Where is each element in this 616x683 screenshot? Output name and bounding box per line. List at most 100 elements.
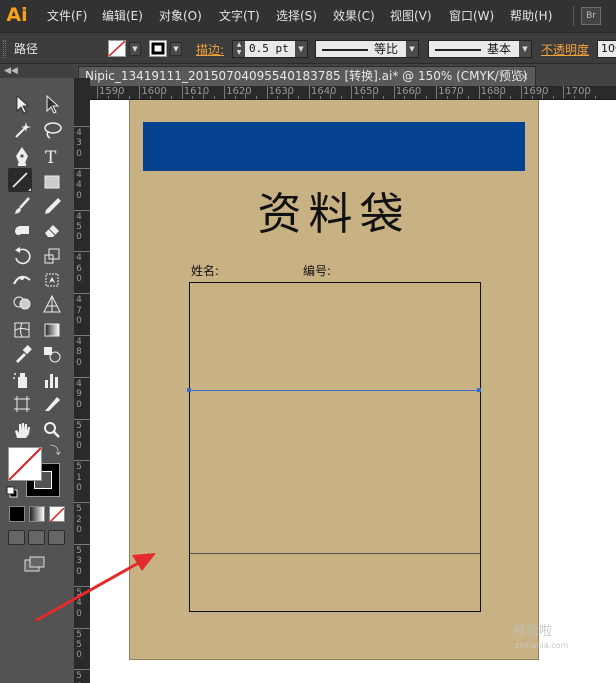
swap-fill-stroke-icon[interactable]: ⤵ xyxy=(50,445,61,457)
lasso-tool-icon[interactable] xyxy=(40,118,64,142)
stroke-weight-dropdown[interactable]: ▼ xyxy=(295,41,307,57)
line-segment-tool-icon[interactable] xyxy=(8,168,32,192)
ruler-label: 1630 xyxy=(268,86,295,97)
envelope-title[interactable]: 资料袋 xyxy=(130,187,538,243)
menu-select[interactable]: 选择(S) xyxy=(276,7,317,25)
rotate-tool-icon[interactable] xyxy=(10,244,34,268)
free-transform-tool-icon[interactable] xyxy=(40,268,64,292)
canvas[interactable]: 资料袋 姓名: 编号: xyxy=(90,100,616,683)
stroke-weight-label[interactable]: 描边: xyxy=(196,41,224,58)
symbol-sprayer-tool-icon[interactable] xyxy=(10,368,34,392)
gradient-mode-button[interactable] xyxy=(29,506,45,522)
ruler-label: 1650 xyxy=(353,86,379,97)
ruler-tick xyxy=(74,627,90,629)
menu-edit[interactable]: 编辑(E) xyxy=(102,7,143,25)
direct-selection-tool-icon[interactable] xyxy=(40,92,64,116)
ruler-label: 4 xyxy=(76,211,82,222)
ruler-label: 0 xyxy=(76,357,82,368)
number-field-label[interactable]: 编号: xyxy=(303,264,331,278)
draw-normal-icon[interactable] xyxy=(8,530,25,545)
shape-builder-tool-icon[interactable] xyxy=(10,292,34,316)
ruler-label: 0 xyxy=(76,274,82,285)
panel-grip[interactable] xyxy=(3,40,6,58)
menu-view[interactable]: 视图(V) xyxy=(390,7,432,25)
scale-tool-icon[interactable] xyxy=(40,244,64,268)
divider-line[interactable] xyxy=(190,553,480,554)
anchor-point-left[interactable] xyxy=(187,388,191,392)
stroke-color-swatch[interactable] xyxy=(149,40,167,57)
vertical-ruler[interactable]: 4304404504604704804905005105205305405505… xyxy=(74,78,90,683)
ruler-minor-tick xyxy=(584,93,586,99)
type-tool-icon[interactable]: T xyxy=(40,144,64,168)
watermark-url: zhinanla.com xyxy=(515,641,569,650)
eyedropper-tool-icon[interactable] xyxy=(10,342,34,366)
brush-definition-select[interactable]: 基本 ▼ xyxy=(428,40,532,58)
none-mode-button[interactable] xyxy=(49,506,65,523)
ruler-label: 0 xyxy=(76,525,82,535)
stroke-weight-value[interactable]: 0.5 pt xyxy=(249,42,289,55)
opacity-field[interactable]: 100 xyxy=(597,40,616,58)
ruler-label: 1690 xyxy=(523,86,549,97)
draw-behind-icon[interactable] xyxy=(28,530,45,545)
name-field-label[interactable]: 姓名: xyxy=(191,264,219,278)
header-color-bar[interactable] xyxy=(143,122,525,171)
ruler-label: 1620 xyxy=(226,86,252,97)
menu-window[interactable]: 窗口(W) xyxy=(449,7,494,25)
fill-color-dropdown[interactable]: ▼ xyxy=(129,42,141,56)
selected-line-path[interactable] xyxy=(190,390,480,391)
selection-type-label: 路径 xyxy=(14,42,39,56)
hand-tool-icon[interactable] xyxy=(10,418,34,442)
width-tool-icon[interactable] xyxy=(10,268,34,292)
stroke-weight-spinner[interactable]: ▲ ▼ xyxy=(233,41,245,57)
zoom-tool-icon[interactable] xyxy=(40,418,64,442)
column-graph-tool-icon[interactable] xyxy=(40,368,64,392)
eraser-tool-icon[interactable] xyxy=(40,218,64,242)
menu-help[interactable]: 帮助(H) xyxy=(510,7,552,25)
fill-color-swatch[interactable] xyxy=(108,40,126,57)
chevron-down-icon[interactable]: ▼ xyxy=(519,41,531,57)
magic-wand-tool-icon[interactable] xyxy=(10,118,34,142)
stroke-weight-field[interactable]: ▲ ▼ 0.5 pt ▼ xyxy=(232,40,308,58)
anchor-point-right[interactable] xyxy=(477,388,481,392)
menu-object[interactable]: 对象(O) xyxy=(159,7,202,25)
slice-tool-icon[interactable] xyxy=(40,392,64,416)
menu-effect[interactable]: 效果(C) xyxy=(333,7,375,25)
draw-inside-icon[interactable] xyxy=(48,530,65,545)
default-fill-stroke-icon[interactable] xyxy=(6,486,18,498)
mesh-tool-icon[interactable] xyxy=(10,318,34,342)
document-tab[interactable]: Nipic_13419111_20150704095540183785 [转换]… xyxy=(78,66,536,86)
artboard[interactable]: 资料袋 姓名: 编号: xyxy=(129,100,539,660)
svg-text:T: T xyxy=(45,148,57,168)
collapse-panel-icon[interactable]: ◀◀ xyxy=(4,64,18,78)
document-tab-title[interactable]: Nipic_13419111_20150704095540183785 [转换]… xyxy=(85,68,527,85)
form-frame[interactable] xyxy=(187,282,481,612)
selection-tool-icon[interactable] xyxy=(10,92,34,116)
ruler-label: 0 xyxy=(76,483,82,494)
chevron-down-icon[interactable]: ▼ xyxy=(406,41,418,57)
fill-swatch[interactable] xyxy=(8,447,42,481)
ruler-minor-tick xyxy=(425,96,427,99)
blend-tool-icon[interactable] xyxy=(40,342,64,366)
close-tab-icon[interactable]: × xyxy=(520,68,529,85)
pencil-tool-icon[interactable] xyxy=(40,194,64,218)
ruler-tick xyxy=(351,86,353,99)
ruler-label: 5 xyxy=(76,587,82,598)
screen-mode-icon[interactable] xyxy=(24,556,46,572)
rectangle-tool-icon[interactable] xyxy=(40,170,64,194)
artboard-tool-icon[interactable] xyxy=(10,392,34,416)
ruler-tick xyxy=(74,418,90,420)
paintbrush-tool-icon[interactable] xyxy=(10,194,34,218)
bridge-button[interactable]: Br xyxy=(581,7,601,25)
menu-file[interactable]: 文件(F) xyxy=(47,7,87,25)
opacity-label[interactable]: 不透明度 xyxy=(541,41,589,58)
color-mode-button[interactable] xyxy=(9,506,25,522)
pen-tool-icon[interactable] xyxy=(10,144,34,168)
horizontal-ruler[interactable]: 1590 1600 1610 1620 1630 1640 1650 1660 1670 1680… xyxy=(90,86,616,100)
menu-type[interactable]: 文字(T) xyxy=(219,7,260,25)
perspective-grid-tool-icon[interactable] xyxy=(40,292,64,316)
stroke-color-dropdown[interactable]: ▼ xyxy=(170,42,182,56)
ruler-minor-tick xyxy=(415,93,416,99)
gradient-tool-icon[interactable] xyxy=(40,318,64,342)
blob-brush-tool-icon[interactable] xyxy=(10,218,34,242)
variable-width-profile-select[interactable]: 等比 ▼ xyxy=(315,40,419,58)
